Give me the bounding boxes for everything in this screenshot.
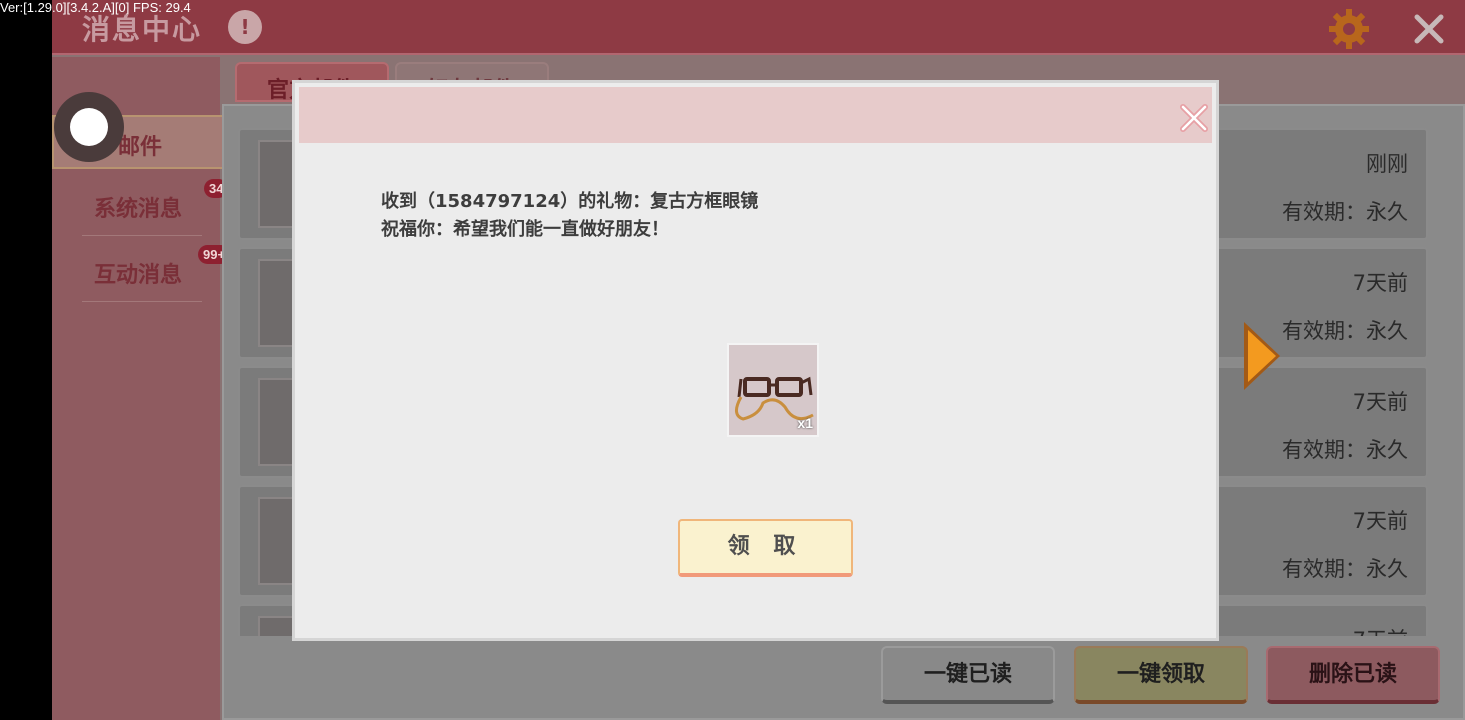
- read-all-button[interactable]: 一键已读: [881, 646, 1055, 704]
- gift-message-line: 收到（1584797124）的礼物：复古方框眼镜: [381, 191, 759, 212]
- gift-item-slot[interactable]: x1: [727, 343, 819, 437]
- sidebar-item-system-messages[interactable]: 系统消息 34: [52, 175, 229, 235]
- mail-expire: 有效期：永久: [1282, 438, 1408, 462]
- gift-quantity: x1: [797, 415, 813, 431]
- claim-all-button[interactable]: 一键领取: [1074, 646, 1248, 704]
- mail-time: 7天前: [1353, 624, 1408, 636]
- gear-icon[interactable]: [1328, 8, 1370, 50]
- info-icon[interactable]: !: [228, 10, 262, 44]
- gift-blessing-line: 祝福你：希望我们能一直做好朋友！: [381, 219, 669, 240]
- sidebar-item-label: 邮件: [118, 135, 163, 160]
- debug-overlay: Ver:[1.29.0][3.4.2.A][0] FPS: 29.4: [0, 0, 191, 15]
- delete-read-button[interactable]: 删除已读: [1266, 646, 1440, 704]
- sidebar-item-label: 系统消息: [94, 197, 183, 222]
- gift-dialog: 收到（1584797124）的礼物：复古方框眼镜 祝福你：希望我们能一直做好朋友…: [292, 80, 1219, 641]
- mail-expire: 有效期：永久: [1282, 319, 1408, 343]
- close-icon[interactable]: [1412, 12, 1446, 46]
- mail-time: 7天前: [1352, 271, 1408, 295]
- floating-ball-core: [70, 108, 108, 146]
- mail-expire: 有效期：永久: [1282, 557, 1408, 581]
- mail-expire: 有效期：永久: [1282, 200, 1408, 224]
- mail-time: 7天前: [1352, 509, 1408, 533]
- sidebar-item-interaction-messages[interactable]: 互动消息 99+: [52, 241, 231, 301]
- dialog-header: [299, 87, 1212, 143]
- next-page-arrow-fill: [1248, 330, 1276, 382]
- mail-time: 7天前: [1352, 390, 1408, 414]
- header-bar: 消息中心 !: [52, 0, 1465, 55]
- divider: [82, 235, 202, 236]
- sidebar-item-label: 互动消息: [94, 263, 183, 288]
- claim-button[interactable]: 领 取: [678, 519, 853, 577]
- mail-time: 刚刚: [1366, 152, 1408, 176]
- divider: [82, 301, 202, 302]
- close-icon[interactable]: [1177, 101, 1211, 135]
